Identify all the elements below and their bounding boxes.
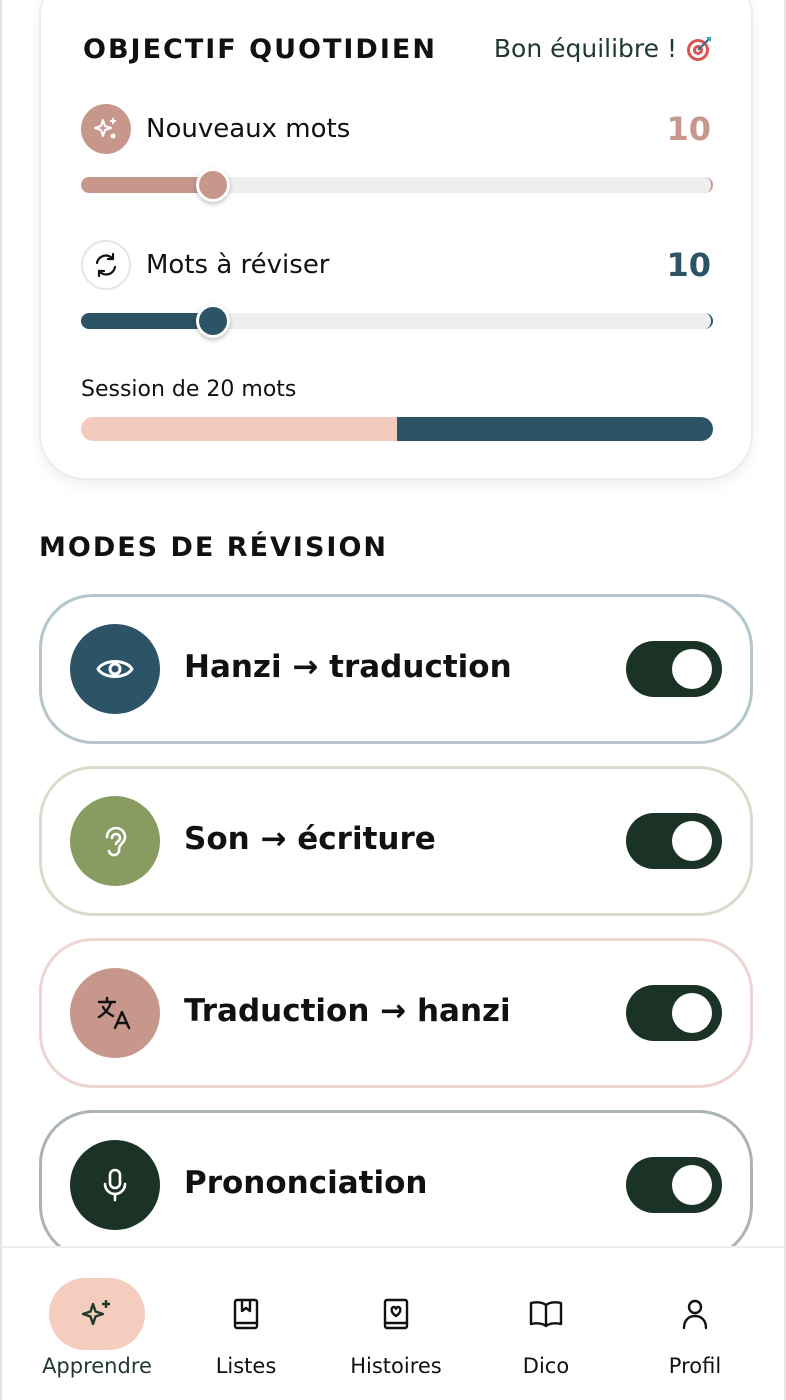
nav-label: Dico [522, 1354, 570, 1378]
nav-icon-wrap [49, 1278, 145, 1350]
review-words-value: 10 [666, 246, 711, 284]
session-bar-review-segment [397, 417, 713, 441]
nav-item-histoires[interactable]: Histoires [321, 1248, 471, 1400]
new-words-slider-fill [81, 177, 214, 193]
sparkle-icon [81, 1300, 110, 1326]
mode-toggle[interactable] [626, 641, 722, 697]
daily-goal-title: OBJECTIF QUOTIDIEN [83, 34, 437, 65]
mode-toggle[interactable] [626, 813, 722, 869]
toggle-knob [672, 993, 712, 1033]
mode-label: Son → écriture [184, 821, 436, 857]
microphone-icon [103, 1168, 127, 1202]
review-words-slider-thumb[interactable] [196, 304, 231, 338]
nav-item-listes[interactable]: Listes [171, 1248, 321, 1400]
bottom-nav: Apprendre Listes Histoires Dico Profil [2, 1246, 784, 1400]
session-label: Session de 20 mots [81, 377, 297, 402]
new-words-slider-thumb[interactable] [196, 168, 231, 202]
nav-icon-wrap [198, 1278, 294, 1350]
new-words-slider[interactable] [81, 168, 713, 202]
nav-label: Apprendre [42, 1354, 152, 1378]
ear-icon [105, 826, 127, 857]
mode-icon [70, 968, 160, 1058]
daily-goal-card: OBJECTIF QUOTIDIEN Bon équilibre ! Nouve… [39, 0, 753, 480]
mode-label: Hanzi → traduction [184, 649, 512, 685]
nav-icon-wrap [498, 1278, 594, 1350]
open-book-icon [529, 1301, 563, 1328]
new-words-label: Nouveaux mots [146, 114, 351, 144]
translate-icon [97, 996, 131, 1030]
mode-icon [70, 796, 160, 886]
mode-card-translation-hanzi[interactable]: Traduction → hanzi [39, 938, 753, 1088]
bookmark-book-icon [233, 1298, 259, 1330]
toggle-knob [672, 1165, 712, 1205]
eye-icon [96, 660, 134, 678]
nav-item-profil[interactable]: Profil [620, 1248, 770, 1400]
mode-card-hanzi-translation[interactable]: Hanzi → traduction [39, 594, 753, 744]
session-bar-new-segment [81, 417, 397, 441]
mode-label: Traduction → hanzi [184, 993, 511, 1029]
mode-label: Prononciation [184, 1165, 428, 1201]
new-words-icon [81, 104, 131, 154]
mode-card-sound-writing[interactable]: Son → écriture [39, 766, 753, 916]
modes-title: MODES DE RÉVISION [39, 532, 388, 563]
mode-icon [70, 1140, 160, 1230]
new-words-value: 10 [666, 110, 711, 148]
heart-book-icon [383, 1298, 409, 1330]
mode-card-pronunciation[interactable]: Prononciation [39, 1110, 753, 1260]
nav-icon-wrap [647, 1278, 743, 1350]
review-words-label: Mots à réviser [146, 250, 330, 280]
review-words-icon [81, 240, 131, 290]
goal-status: Bon équilibre ! [494, 34, 713, 63]
review-words-slider-fill [81, 313, 214, 329]
nav-item-dico[interactable]: Dico [471, 1248, 621, 1400]
toggle-knob [672, 649, 712, 689]
sparkle-icon [94, 118, 116, 139]
mode-toggle[interactable] [626, 985, 722, 1041]
refresh-icon [95, 252, 117, 278]
review-words-slider[interactable] [81, 304, 713, 338]
mode-toggle[interactable] [626, 1157, 722, 1213]
target-icon [687, 36, 711, 61]
nav-item-apprendre[interactable]: Apprendre [22, 1248, 172, 1400]
screen: OBJECTIF QUOTIDIEN Bon équilibre ! Nouve… [0, 0, 786, 1400]
nav-label: Histoires [350, 1354, 442, 1378]
toggle-knob [672, 821, 712, 861]
goal-status-text: Bon équilibre ! [493, 34, 677, 63]
mode-icon [70, 624, 160, 714]
session-bar [81, 417, 713, 441]
user-icon [682, 1299, 708, 1330]
nav-icon-wrap [348, 1278, 444, 1350]
nav-label: Listes [215, 1354, 277, 1378]
nav-label: Profil [668, 1354, 722, 1378]
